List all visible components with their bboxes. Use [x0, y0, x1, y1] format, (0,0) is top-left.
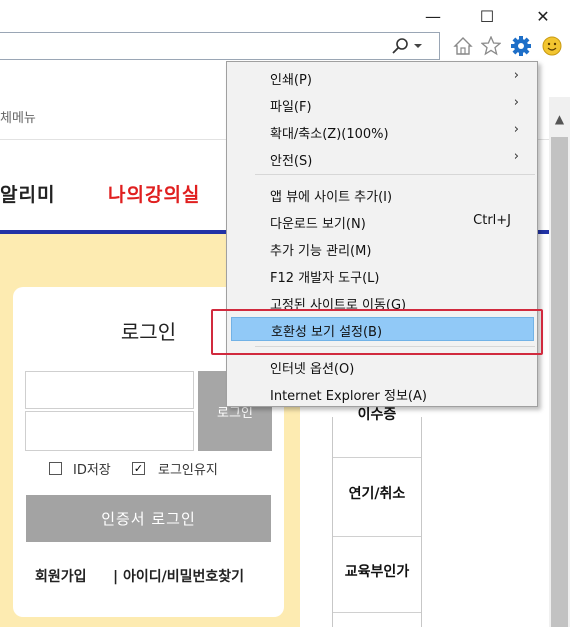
menu-item-internet-options[interactable]: 인터넷 옵션(O): [229, 354, 535, 378]
minimize-button[interactable]: —: [410, 0, 456, 32]
home-button[interactable]: [451, 34, 475, 58]
submenu-arrow-icon: ›: [513, 149, 519, 164]
find-account-link[interactable]: | 아이디/비밀번호찾기: [113, 566, 244, 586]
menu-item-label: 파일(F): [270, 100, 312, 115]
tools-menu: 인쇄(P) › 파일(F) › 확대/축소(Z)(100%) › 안전(S) ›…: [226, 61, 538, 407]
side-item-postpone-cancel[interactable]: 연기/취소: [333, 483, 421, 503]
menu-item-print[interactable]: 인쇄(P) ›: [229, 65, 535, 89]
highlight-callout-box: [211, 309, 543, 355]
menu-item-safety[interactable]: 안전(S) ›: [229, 146, 535, 170]
favorites-star-icon: [481, 36, 501, 56]
search-icon: [392, 38, 422, 54]
maximize-icon: ☐: [479, 6, 495, 26]
submenu-arrow-icon: ›: [513, 95, 519, 110]
menu-item-zoom[interactable]: 확대/축소(Z)(100%) ›: [229, 119, 535, 143]
divider: [333, 612, 421, 613]
close-icon: ✕: [536, 6, 550, 26]
keep-login-checkbox[interactable]: ✓: [132, 462, 145, 475]
all-menu-link[interactable]: 체메뉴: [0, 107, 36, 126]
nav-my-classroom[interactable]: 나의강의실: [108, 180, 200, 207]
scroll-up-arrow-icon[interactable]: ▲: [549, 109, 570, 129]
side-item-certificate[interactable]: 이수증: [333, 404, 421, 424]
menu-item-label: 인터넷 옵션(O): [270, 362, 355, 377]
save-id-label: ID저장: [73, 463, 111, 478]
side-menu-table: 이수증 연기/취소 교육부인가: [332, 407, 422, 627]
menu-item-label: F12 개발자 도구(L): [270, 271, 380, 286]
vertical-scrollbar[interactable]: ▲: [549, 97, 570, 627]
nav-notice[interactable]: 알리미: [0, 180, 55, 207]
menu-item-label: 확대/축소(Z)(100%): [270, 127, 389, 142]
side-item-moe-approval[interactable]: 교육부인가: [333, 561, 421, 581]
menu-item-label: 인쇄(P): [270, 73, 312, 88]
keep-login-label: 로그인유지: [158, 463, 218, 478]
user-id-input[interactable]: [25, 371, 194, 409]
divider: [333, 457, 421, 458]
save-id-checkbox[interactable]: [49, 462, 62, 475]
scroll-thumb[interactable]: [551, 137, 568, 627]
divider: [333, 536, 421, 537]
close-button[interactable]: ✕: [520, 0, 566, 32]
address-bar[interactable]: [0, 32, 440, 60]
tools-gear-icon: [511, 36, 531, 56]
menu-item-label: 앱 뷰에 사이트 추가(I): [270, 190, 393, 205]
menu-item-f12-dev-tools[interactable]: F12 개발자 도구(L): [229, 263, 535, 287]
menu-item-about-ie[interactable]: Internet Explorer 정보(A): [229, 381, 535, 405]
menu-item-manage-addons[interactable]: 추가 기능 관리(M): [229, 236, 535, 260]
title-bar: — ☐ ✕: [0, 0, 570, 32]
menu-item-add-site-to-apps[interactable]: 앱 뷰에 사이트 추가(I): [229, 182, 535, 206]
signup-link[interactable]: 회원가입: [35, 566, 87, 586]
menu-item-label: 다운로드 보기(N): [270, 217, 366, 232]
menu-item-label: 추가 기능 관리(M): [270, 244, 372, 259]
feedback-button[interactable]: [540, 34, 564, 58]
menu-item-shortcut: Ctrl+J: [473, 213, 511, 228]
favorites-button[interactable]: [479, 34, 503, 58]
certificate-login-button[interactable]: 인증서 로그인: [26, 495, 271, 542]
menu-item-view-downloads[interactable]: 다운로드 보기(N) Ctrl+J: [229, 209, 535, 233]
maximize-button[interactable]: ☐: [464, 0, 510, 32]
smiley-feedback-icon: [542, 36, 562, 56]
password-input[interactable]: [25, 411, 194, 451]
submenu-arrow-icon: ›: [513, 122, 519, 137]
home-icon: [453, 37, 473, 55]
menu-item-label: 안전(S): [270, 154, 313, 169]
search-dropdown-button[interactable]: [388, 36, 428, 56]
menu-item-label: Internet Explorer 정보(A): [270, 389, 427, 404]
menu-item-file[interactable]: 파일(F) ›: [229, 92, 535, 116]
menu-separator: [255, 174, 535, 175]
submenu-arrow-icon: ›: [513, 68, 519, 83]
tools-button[interactable]: [509, 34, 533, 58]
minimize-icon: —: [425, 6, 441, 26]
